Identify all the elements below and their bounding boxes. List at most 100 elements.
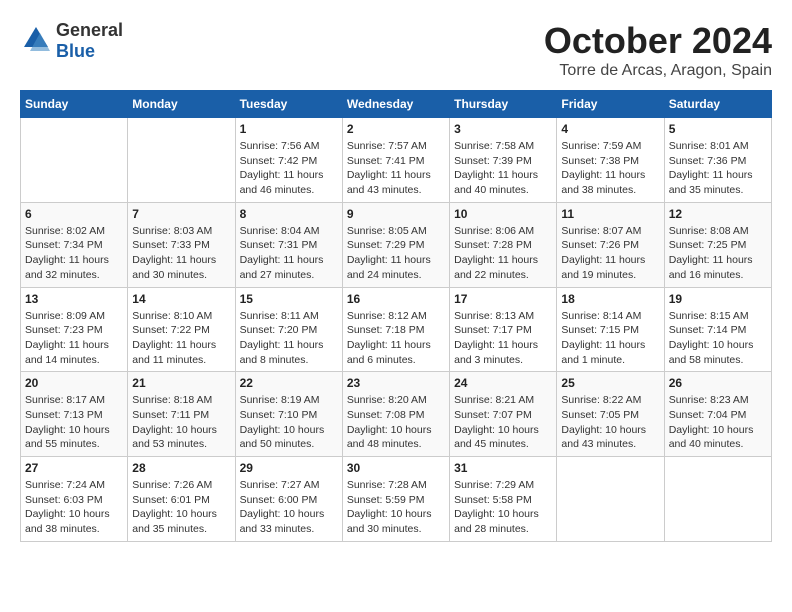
day-info: Sunrise: 8:14 AM Sunset: 7:15 PM Dayligh…: [561, 309, 659, 368]
weekday-header-tuesday: Tuesday: [235, 91, 342, 118]
calendar-table: SundayMondayTuesdayWednesdayThursdayFrid…: [20, 90, 772, 542]
calendar-cell: 9 Sunrise: 8:05 AM Sunset: 7:29 PM Daylig…: [342, 202, 449, 287]
day-info: Sunrise: 8:21 AM Sunset: 7:07 PM Dayligh…: [454, 393, 552, 452]
day-number: 27: [25, 461, 123, 475]
day-info: Sunrise: 8:13 AM Sunset: 7:17 PM Dayligh…: [454, 309, 552, 368]
calendar-cell: 8Sunrise: 8:04 AM Sunset: 7:31 PM Daylig…: [235, 202, 342, 287]
day-number: 22: [240, 376, 338, 390]
day-number: 3: [454, 122, 552, 136]
month-title: October 2024: [544, 20, 772, 62]
day-number: 23: [347, 376, 445, 390]
calendar-cell: 6 Sunrise: 8:02 AM Sunset: 7:34 PM Daylig…: [21, 202, 128, 287]
calendar-cell: 1 Sunrise: 7:56 AM Sunset: 7:42 PM Daylig…: [235, 118, 342, 203]
calendar-cell: 12 Sunrise: 8:08 AM Sunset: 7:25 PM Dayli…: [664, 202, 771, 287]
title-area: October 2024 Torre de Arcas, Aragon, Spa…: [544, 20, 772, 80]
day-number: 18: [561, 292, 659, 306]
day-number: 21: [132, 376, 230, 390]
calendar-cell: 21 Sunrise: 8:18 AM Sunset: 7:11 PM Dayli…: [128, 372, 235, 457]
day-info: Sunrise: 7:26 AM Sunset: 6:01 PM Dayligh…: [132, 478, 230, 537]
calendar-cell: 25 Sunrise: 8:22 AM Sunset: 7:05 PM Dayli…: [557, 372, 664, 457]
week-row-1: 6 Sunrise: 8:02 AM Sunset: 7:34 PM Daylig…: [21, 202, 772, 287]
weekday-header-row: SundayMondayTuesdayWednesdayThursdayFrid…: [21, 91, 772, 118]
day-number: 4: [561, 122, 659, 136]
week-row-3: 20Sunrise: 8:17 AM Sunset: 7:13 PM Dayli…: [21, 372, 772, 457]
day-info: Sunrise: 8:22 AM Sunset: 7:05 PM Dayligh…: [561, 393, 659, 452]
calendar-cell: 4 Sunrise: 7:59 AM Sunset: 7:38 PM Daylig…: [557, 118, 664, 203]
calendar-cell: 18 Sunrise: 8:14 AM Sunset: 7:15 PM Dayli…: [557, 287, 664, 372]
day-info: Sunrise: 7:58 AM Sunset: 7:39 PM Dayligh…: [454, 139, 552, 198]
day-info: Sunrise: 8:02 AM Sunset: 7:34 PM Dayligh…: [25, 224, 123, 283]
day-info: Sunrise: 8:08 AM Sunset: 7:25 PM Dayligh…: [669, 224, 767, 283]
day-number: 29: [240, 461, 338, 475]
calendar-cell: 2 Sunrise: 7:57 AM Sunset: 7:41 PM Daylig…: [342, 118, 449, 203]
day-info: Sunrise: 8:06 AM Sunset: 7:28 PM Dayligh…: [454, 224, 552, 283]
day-info: Sunrise: 8:05 AM Sunset: 7:29 PM Dayligh…: [347, 224, 445, 283]
day-number: 11: [561, 207, 659, 221]
calendar-cell: 28 Sunrise: 7:26 AM Sunset: 6:01 PM Dayli…: [128, 457, 235, 542]
weekday-header-sunday: Sunday: [21, 91, 128, 118]
day-info: Sunrise: 7:24 AM Sunset: 6:03 PM Dayligh…: [25, 478, 123, 537]
day-info: Sunrise: 7:27 AM Sunset: 6:00 PM Dayligh…: [240, 478, 338, 537]
calendar-cell: 5Sunrise: 8:01 AM Sunset: 7:36 PM Daylig…: [664, 118, 771, 203]
day-info: Sunrise: 7:29 AM Sunset: 5:58 PM Dayligh…: [454, 478, 552, 537]
calendar-cell: 24 Sunrise: 8:21 AM Sunset: 7:07 PM Dayli…: [450, 372, 557, 457]
calendar-cell: 13 Sunrise: 8:09 AM Sunset: 7:23 PM Dayli…: [21, 287, 128, 372]
day-info: Sunrise: 8:23 AM Sunset: 7:04 PM Dayligh…: [669, 393, 767, 452]
day-info: Sunrise: 7:59 AM Sunset: 7:38 PM Dayligh…: [561, 139, 659, 198]
calendar-cell: 3 Sunrise: 7:58 AM Sunset: 7:39 PM Daylig…: [450, 118, 557, 203]
calendar-cell: 31 Sunrise: 7:29 AM Sunset: 5:58 PM Dayli…: [450, 457, 557, 542]
day-info: Sunrise: 8:12 AM Sunset: 7:18 PM Dayligh…: [347, 309, 445, 368]
calendar-cell: 23 Sunrise: 8:20 AM Sunset: 7:08 PM Dayli…: [342, 372, 449, 457]
logo-text: General Blue: [56, 20, 123, 62]
calendar-cell: 16 Sunrise: 8:12 AM Sunset: 7:18 PM Dayli…: [342, 287, 449, 372]
calendar-cell: 10 Sunrise: 8:06 AM Sunset: 7:28 PM Dayli…: [450, 202, 557, 287]
day-number: 28: [132, 461, 230, 475]
calendar-cell: 26 Sunrise: 8:23 AM Sunset: 7:04 PM Dayli…: [664, 372, 771, 457]
day-number: 7: [132, 207, 230, 221]
day-info: Sunrise: 8:03 AM Sunset: 7:33 PM Dayligh…: [132, 224, 230, 283]
day-number: 10: [454, 207, 552, 221]
day-info: Sunrise: 7:56 AM Sunset: 7:42 PM Dayligh…: [240, 139, 338, 198]
calendar-cell: 11 Sunrise: 8:07 AM Sunset: 7:26 PM Dayli…: [557, 202, 664, 287]
day-number: 13: [25, 292, 123, 306]
calendar-cell: [557, 457, 664, 542]
logo-blue: Blue: [56, 41, 95, 61]
day-number: 6: [25, 207, 123, 221]
weekday-header-monday: Monday: [128, 91, 235, 118]
calendar-cell: 17 Sunrise: 8:13 AM Sunset: 7:17 PM Dayli…: [450, 287, 557, 372]
day-number: 1: [240, 122, 338, 136]
weekday-header-friday: Friday: [557, 91, 664, 118]
day-info: Sunrise: 8:18 AM Sunset: 7:11 PM Dayligh…: [132, 393, 230, 452]
day-info: Sunrise: 8:04 AM Sunset: 7:31 PM Dayligh…: [240, 224, 338, 283]
day-number: 12: [669, 207, 767, 221]
day-number: 16: [347, 292, 445, 306]
day-number: 15: [240, 292, 338, 306]
logo-general: General: [56, 20, 123, 40]
day-number: 24: [454, 376, 552, 390]
day-number: 19: [669, 292, 767, 306]
calendar-cell: 19 Sunrise: 8:15 AM Sunset: 7:14 PM Dayli…: [664, 287, 771, 372]
day-info: Sunrise: 7:57 AM Sunset: 7:41 PM Dayligh…: [347, 139, 445, 198]
calendar-cell: 22 Sunrise: 8:19 AM Sunset: 7:10 PM Dayli…: [235, 372, 342, 457]
weekday-header-wednesday: Wednesday: [342, 91, 449, 118]
day-info: Sunrise: 8:17 AM Sunset: 7:13 PM Dayligh…: [25, 393, 123, 452]
day-info: Sunrise: 8:20 AM Sunset: 7:08 PM Dayligh…: [347, 393, 445, 452]
day-number: 26: [669, 376, 767, 390]
logo-icon: [20, 23, 52, 60]
day-info: Sunrise: 8:15 AM Sunset: 7:14 PM Dayligh…: [669, 309, 767, 368]
day-info: Sunrise: 8:07 AM Sunset: 7:26 PM Dayligh…: [561, 224, 659, 283]
day-info: Sunrise: 7:28 AM Sunset: 5:59 PM Dayligh…: [347, 478, 445, 537]
day-number: 25: [561, 376, 659, 390]
day-number: 17: [454, 292, 552, 306]
week-row-4: 27 Sunrise: 7:24 AM Sunset: 6:03 PM Dayli…: [21, 457, 772, 542]
day-number: 31: [454, 461, 552, 475]
day-info: Sunrise: 8:10 AM Sunset: 7:22 PM Dayligh…: [132, 309, 230, 368]
week-row-0: 1 Sunrise: 7:56 AM Sunset: 7:42 PM Daylig…: [21, 118, 772, 203]
day-info: Sunrise: 8:19 AM Sunset: 7:10 PM Dayligh…: [240, 393, 338, 452]
day-number: 2: [347, 122, 445, 136]
calendar-cell: [128, 118, 235, 203]
page-header: General Blue October 2024 Torre de Arcas…: [20, 20, 772, 80]
week-row-2: 13 Sunrise: 8:09 AM Sunset: 7:23 PM Dayli…: [21, 287, 772, 372]
day-number: 9: [347, 207, 445, 221]
day-info: Sunrise: 8:09 AM Sunset: 7:23 PM Dayligh…: [25, 309, 123, 368]
